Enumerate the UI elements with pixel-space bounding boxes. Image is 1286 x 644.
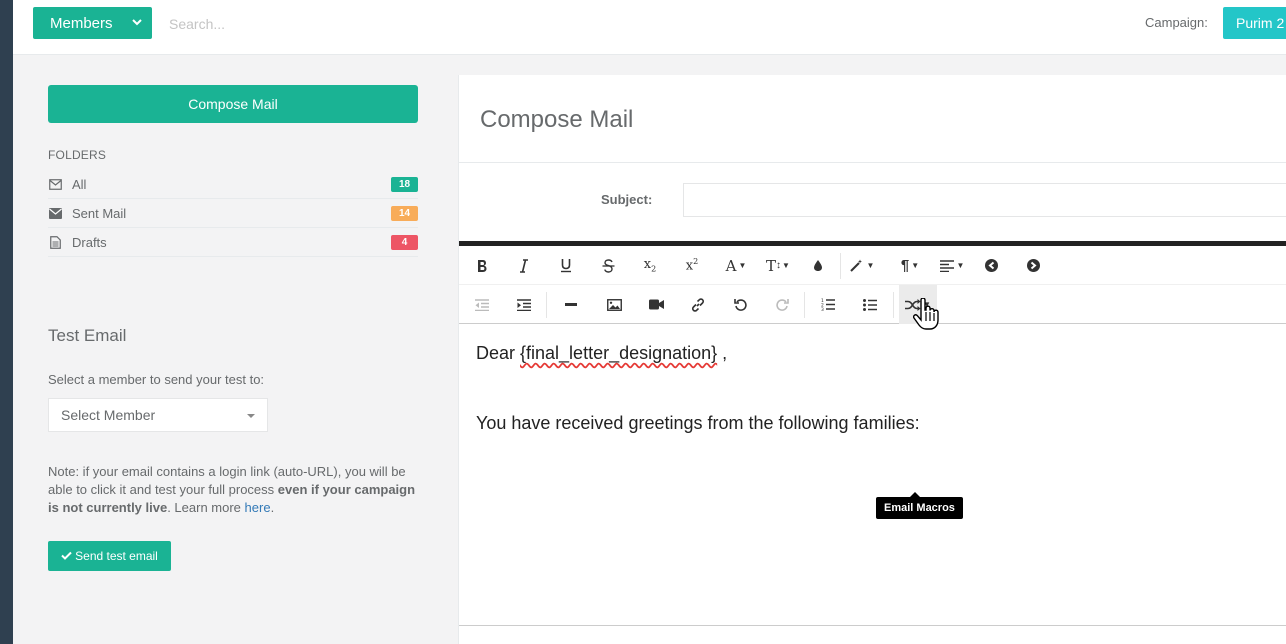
caret-down-icon	[247, 414, 255, 418]
subscript-button[interactable]: x2	[631, 246, 669, 285]
undo-circle-icon[interactable]	[972, 246, 1010, 285]
file-text-icon	[48, 235, 62, 249]
learn-more-link[interactable]: here	[245, 500, 271, 515]
envelope-outline-icon	[48, 177, 62, 191]
toolbar-divider	[546, 292, 547, 318]
send-test-email-button[interactable]: Send test email	[48, 541, 171, 571]
text-color-icon[interactable]	[799, 246, 837, 285]
underline-button[interactable]	[547, 246, 585, 285]
check-icon	[61, 549, 72, 563]
bold-button[interactable]	[463, 246, 501, 285]
strikethrough-button[interactable]	[589, 246, 627, 285]
align-button[interactable]: ▼	[933, 246, 971, 285]
test-email-instruction: Select a member to send your test to:	[48, 372, 265, 387]
folder-label: All	[72, 176, 87, 192]
email-macros-tooltip: Email Macros	[876, 492, 963, 519]
envelope-filled-icon	[48, 206, 62, 220]
video-button[interactable]	[637, 285, 675, 324]
campaign-value: Purim 2	[1236, 15, 1285, 31]
left-nav-rail	[0, 0, 13, 644]
top-bar: Members Campaign: Purim 2	[13, 0, 1286, 55]
image-button[interactable]	[595, 285, 633, 324]
indent-button[interactable]	[505, 285, 543, 324]
horizontal-rule-button[interactable]	[552, 285, 590, 324]
search-input[interactable]	[169, 10, 469, 38]
toolbar-divider	[840, 253, 841, 279]
test-email-note: Note: if your email contains a login lin…	[48, 463, 418, 517]
rich-text-editor: x2 x2 A ▼ T ↕ ▼ ▼ ¶ ▼ ▼ 123 ▼ Email Macr…	[459, 241, 1286, 626]
link-button[interactable]	[679, 285, 717, 324]
svg-text:3: 3	[821, 307, 824, 311]
font-size-button[interactable]: T ↕ ▼	[759, 246, 797, 285]
body-line-greeting: Dear {final_letter_designation} ,	[476, 343, 727, 364]
folder-item-drafts[interactable]: Drafts 4	[48, 228, 418, 257]
folder-label: Drafts	[72, 234, 107, 250]
select-member-dropdown[interactable]: Select Member	[48, 398, 268, 432]
select-member-placeholder: Select Member	[61, 407, 156, 423]
subject-input[interactable]	[683, 183, 1286, 217]
magic-wand-button[interactable]: ▼	[843, 246, 881, 285]
compose-mail-button[interactable]: Compose Mail	[48, 85, 418, 123]
outdent-button[interactable]	[463, 285, 501, 324]
toolbar-divider	[804, 292, 805, 318]
font-family-button[interactable]: A ▼	[717, 246, 755, 285]
macro-token: {final_letter_designation}	[520, 343, 718, 363]
campaign-label: Campaign:	[1145, 15, 1208, 30]
folder-label: Sent Mail	[72, 205, 127, 221]
count-badge: 4	[391, 235, 418, 250]
compose-panel: Compose Mail Subject: x2 x2 A ▼ T ↕ ▼ ▼ ¶ ▼ …	[458, 75, 1286, 644]
body-text: ,	[717, 343, 728, 363]
campaign-select-button[interactable]: Purim 2	[1223, 7, 1286, 39]
count-badge: 18	[391, 177, 418, 192]
note-text-2: . Learn more	[167, 500, 245, 515]
chevron-down-icon	[130, 15, 144, 29]
folder-item-all[interactable]: All 18	[48, 170, 418, 199]
test-email-heading: Test Email	[48, 326, 127, 345]
members-dropdown-button[interactable]: Members	[33, 7, 152, 39]
folders-heading: FOLDERS	[48, 148, 107, 162]
redo-circle-icon[interactable]	[1014, 246, 1052, 285]
toolbar-row-2: 123 ▼	[459, 285, 1286, 324]
count-badge: 14	[391, 206, 418, 221]
superscript-button[interactable]: x2	[673, 246, 711, 285]
divider	[459, 162, 1286, 163]
note-end: .	[270, 500, 275, 515]
paragraph-button[interactable]: ¶ ▼	[891, 246, 929, 285]
folder-item-sent-mail[interactable]: Sent Mail 14	[48, 199, 418, 228]
hand-cursor-icon	[912, 297, 939, 333]
compose-mail-label: Compose Mail	[188, 96, 278, 112]
italic-button[interactable]	[505, 246, 543, 285]
members-label: Members	[50, 14, 113, 32]
body-text: Dear	[476, 343, 521, 363]
page-title: Compose Mail	[480, 106, 634, 133]
ordered-list-button[interactable]: 123	[809, 285, 847, 324]
subject-label: Subject:	[601, 192, 653, 207]
toolbar-divider	[893, 292, 894, 318]
folder-list: All 18 Sent Mail 14 Drafts 4	[48, 170, 418, 257]
redo-icon[interactable]	[763, 285, 801, 324]
body-line-2: You have received greetings from the fol…	[476, 413, 920, 433]
undo-icon[interactable]	[721, 285, 759, 324]
toolbar-row-1: x2 x2 A ▼ T ↕ ▼ ▼ ¶ ▼ ▼	[459, 246, 1286, 285]
send-test-email-label: Send test email	[75, 549, 158, 563]
unordered-list-button[interactable]	[851, 285, 889, 324]
